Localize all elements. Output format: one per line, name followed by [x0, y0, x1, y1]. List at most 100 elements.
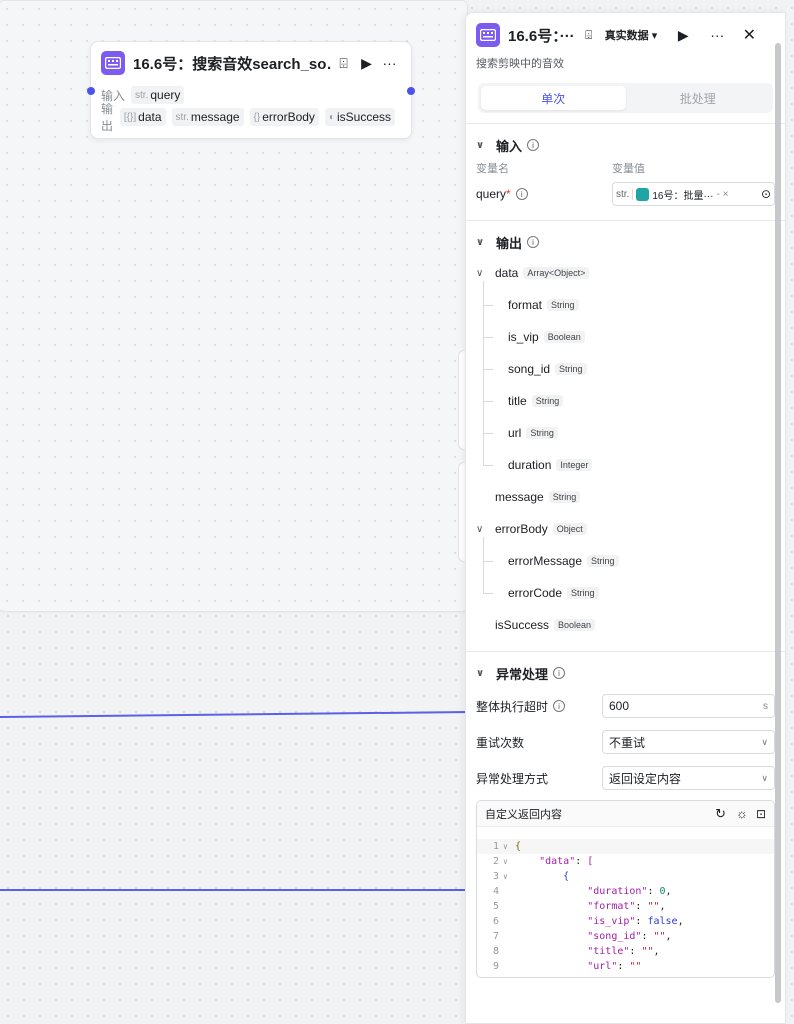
- output-tree: ∨ data Array<Object> format String is_vip Bool…: [466, 257, 785, 641]
- code-area[interactable]: 1 ∨{2 ∨ "data": [3 ∨ {4 "duration": 0, 5 "fo…: [477, 827, 774, 974]
- input-section-title: 输入: [496, 138, 523, 154]
- field-name: data: [495, 266, 519, 280]
- node-output-row: 输出 [{}] data str. message {} errorBody ◐ isS…: [91, 102, 411, 133]
- divider: [466, 220, 785, 221]
- code-line: 6 "is_vip": false,: [492, 916, 684, 927]
- output-field-url: url String: [476, 417, 785, 449]
- param-value-field[interactable]: str. 16号：批量··· - × ⊙: [612, 182, 775, 206]
- field-type-badge: Boolean: [543, 331, 585, 343]
- field-name: song_id: [508, 362, 551, 376]
- handling-select[interactable]: 返回设定内容 ∨: [602, 766, 775, 790]
- output-section-header[interactable]: ∨ 输出 i: [466, 227, 785, 257]
- info-icon[interactable]: i: [515, 188, 528, 200]
- field-type-badge: Object: [552, 523, 587, 535]
- note-icon[interactable]: ⌹: [332, 55, 355, 72]
- note-icon[interactable]: ⌹: [577, 28, 601, 43]
- field-type-badge: String: [531, 395, 564, 407]
- error-section-header[interactable]: ∨ 异常处理 i: [466, 658, 785, 688]
- field-name: errorMessage: [508, 554, 583, 568]
- output-field-errorbody[interactable]: ∨ errorBody Object: [476, 513, 785, 545]
- info-icon[interactable]: i: [527, 139, 540, 151]
- field-name: is_vip: [508, 330, 539, 344]
- light-mode-icon[interactable]: ☼: [736, 806, 748, 821]
- field-name: format: [508, 298, 543, 312]
- field-name: isSuccess: [495, 618, 550, 632]
- panel-description: 搜索剪映中的音效: [476, 58, 564, 70]
- input-param-row: query * i str. 16号：批量··· - × ⊙: [466, 178, 785, 210]
- field-type-badge: String: [567, 587, 599, 599]
- field-name: errorBody: [495, 522, 548, 536]
- close-icon[interactable]: ✕: [737, 25, 761, 45]
- divider: [466, 123, 785, 124]
- field-type-badge: String: [526, 427, 558, 439]
- field-name: errorCode: [508, 586, 563, 600]
- timeout-row: 整体执行超时 i 600 s: [466, 688, 785, 724]
- target-icon[interactable]: ⊙: [761, 187, 771, 201]
- col-name: 变量名: [476, 163, 509, 175]
- retry-row: 重试次数 不重试 ∨: [466, 724, 785, 760]
- run-mode-tabs: 单次 批处理: [478, 83, 773, 113]
- input-port[interactable]: [87, 87, 95, 95]
- output-field-title: title String: [476, 385, 785, 417]
- field-type-badge: String: [547, 299, 579, 311]
- output-port[interactable]: [407, 87, 415, 95]
- lock-icon[interactable]: ⊡: [756, 807, 766, 821]
- chevron-down-icon: ∨: [476, 139, 485, 151]
- plugin-node-card[interactable]: 16.6号：搜索音效search_so… ⌹ ▶ ··· 输入 str. quer…: [87, 41, 415, 139]
- editor-header: 自定义返回内容 ↻ ☼ ⊡: [477, 801, 774, 827]
- output-field-message: message String: [476, 481, 785, 513]
- chevron-down-icon: ∨: [476, 236, 485, 248]
- timeout-input[interactable]: 600 s: [602, 694, 775, 718]
- custom-return-editor[interactable]: 自定义返回内容 ↻ ☼ ⊡ 1 ∨{2 ∨ "data": [3 ∨ {4 "dura…: [476, 800, 775, 978]
- code-line: 3 ∨ {: [492, 871, 570, 882]
- node-title: 16.6号：搜索音效search_so…: [133, 55, 333, 73]
- col-value: 变量值: [612, 163, 645, 175]
- input-section-header[interactable]: ∨ 输入 i: [466, 130, 785, 160]
- field-type-badge: String: [555, 363, 587, 375]
- more-icon[interactable]: ···: [705, 27, 729, 43]
- field-name: duration: [508, 458, 552, 472]
- plugin-icon: [101, 51, 125, 75]
- layers-icon: [636, 187, 650, 201]
- code-line: 1 ∨{: [477, 839, 774, 854]
- more-icon[interactable]: ···: [378, 55, 401, 71]
- info-icon[interactable]: i: [553, 667, 566, 679]
- tab-single[interactable]: 单次: [481, 86, 626, 110]
- retry-select[interactable]: 不重试 ∨: [602, 730, 775, 754]
- field-type-badge: Integer: [556, 459, 593, 471]
- output-field-issuccess: isSuccess Boolean: [476, 609, 785, 641]
- node-input-row: 输入 str. query: [91, 84, 411, 106]
- reset-icon[interactable]: ↻: [715, 806, 726, 822]
- output-tag: [{}] data: [119, 108, 166, 126]
- code-line: 7 "song_id": "",: [492, 931, 672, 942]
- info-icon[interactable]: i: [527, 236, 540, 248]
- code-line: 8 "title": "",: [492, 946, 660, 957]
- field-name: title: [508, 394, 527, 408]
- output-field-duration: duration Integer: [476, 449, 785, 481]
- output-field-errormessage: errorMessage String: [476, 545, 785, 577]
- input-tag: str. query: [131, 86, 185, 104]
- node-detail-panel: 16.6号：··· ⌹ 真实数据 ▾ ▶ ··· ✕ 搜索剪映中的音效 单次 批…: [465, 12, 786, 1024]
- run-icon[interactable]: ▶: [355, 55, 378, 72]
- chevron-down-icon[interactable]: ∨: [476, 524, 490, 535]
- info-icon[interactable]: i: [553, 700, 566, 712]
- field-type-badge: Boolean: [554, 619, 596, 631]
- tree-guide: [483, 537, 484, 593]
- output-field-data[interactable]: ∨ data Array<Object>: [476, 257, 785, 289]
- output-field-song_id: song_id String: [476, 353, 785, 385]
- code-line: 2 ∨ "data": [: [492, 856, 594, 867]
- output-tag: ◐ isSuccess: [324, 108, 395, 126]
- chevron-down-icon: ∨: [761, 772, 768, 783]
- output-field-is_vip: is_vip Boolean: [476, 321, 785, 353]
- chevron-down-icon: ∨: [761, 736, 768, 747]
- tree-guide: [483, 281, 484, 465]
- data-mode-dropdown[interactable]: 真实数据 ▾: [605, 27, 658, 43]
- panel-scrollbar[interactable]: [775, 43, 781, 1003]
- plugin-icon: [476, 23, 500, 47]
- run-icon[interactable]: ▶: [671, 27, 695, 44]
- output-label: 输出: [101, 102, 114, 133]
- chevron-down-icon[interactable]: ∨: [476, 268, 490, 279]
- tab-batch[interactable]: 批处理: [626, 86, 771, 110]
- timeout-label: 整体执行超时 i: [476, 698, 602, 715]
- code-line: 9 "url": "": [492, 961, 642, 972]
